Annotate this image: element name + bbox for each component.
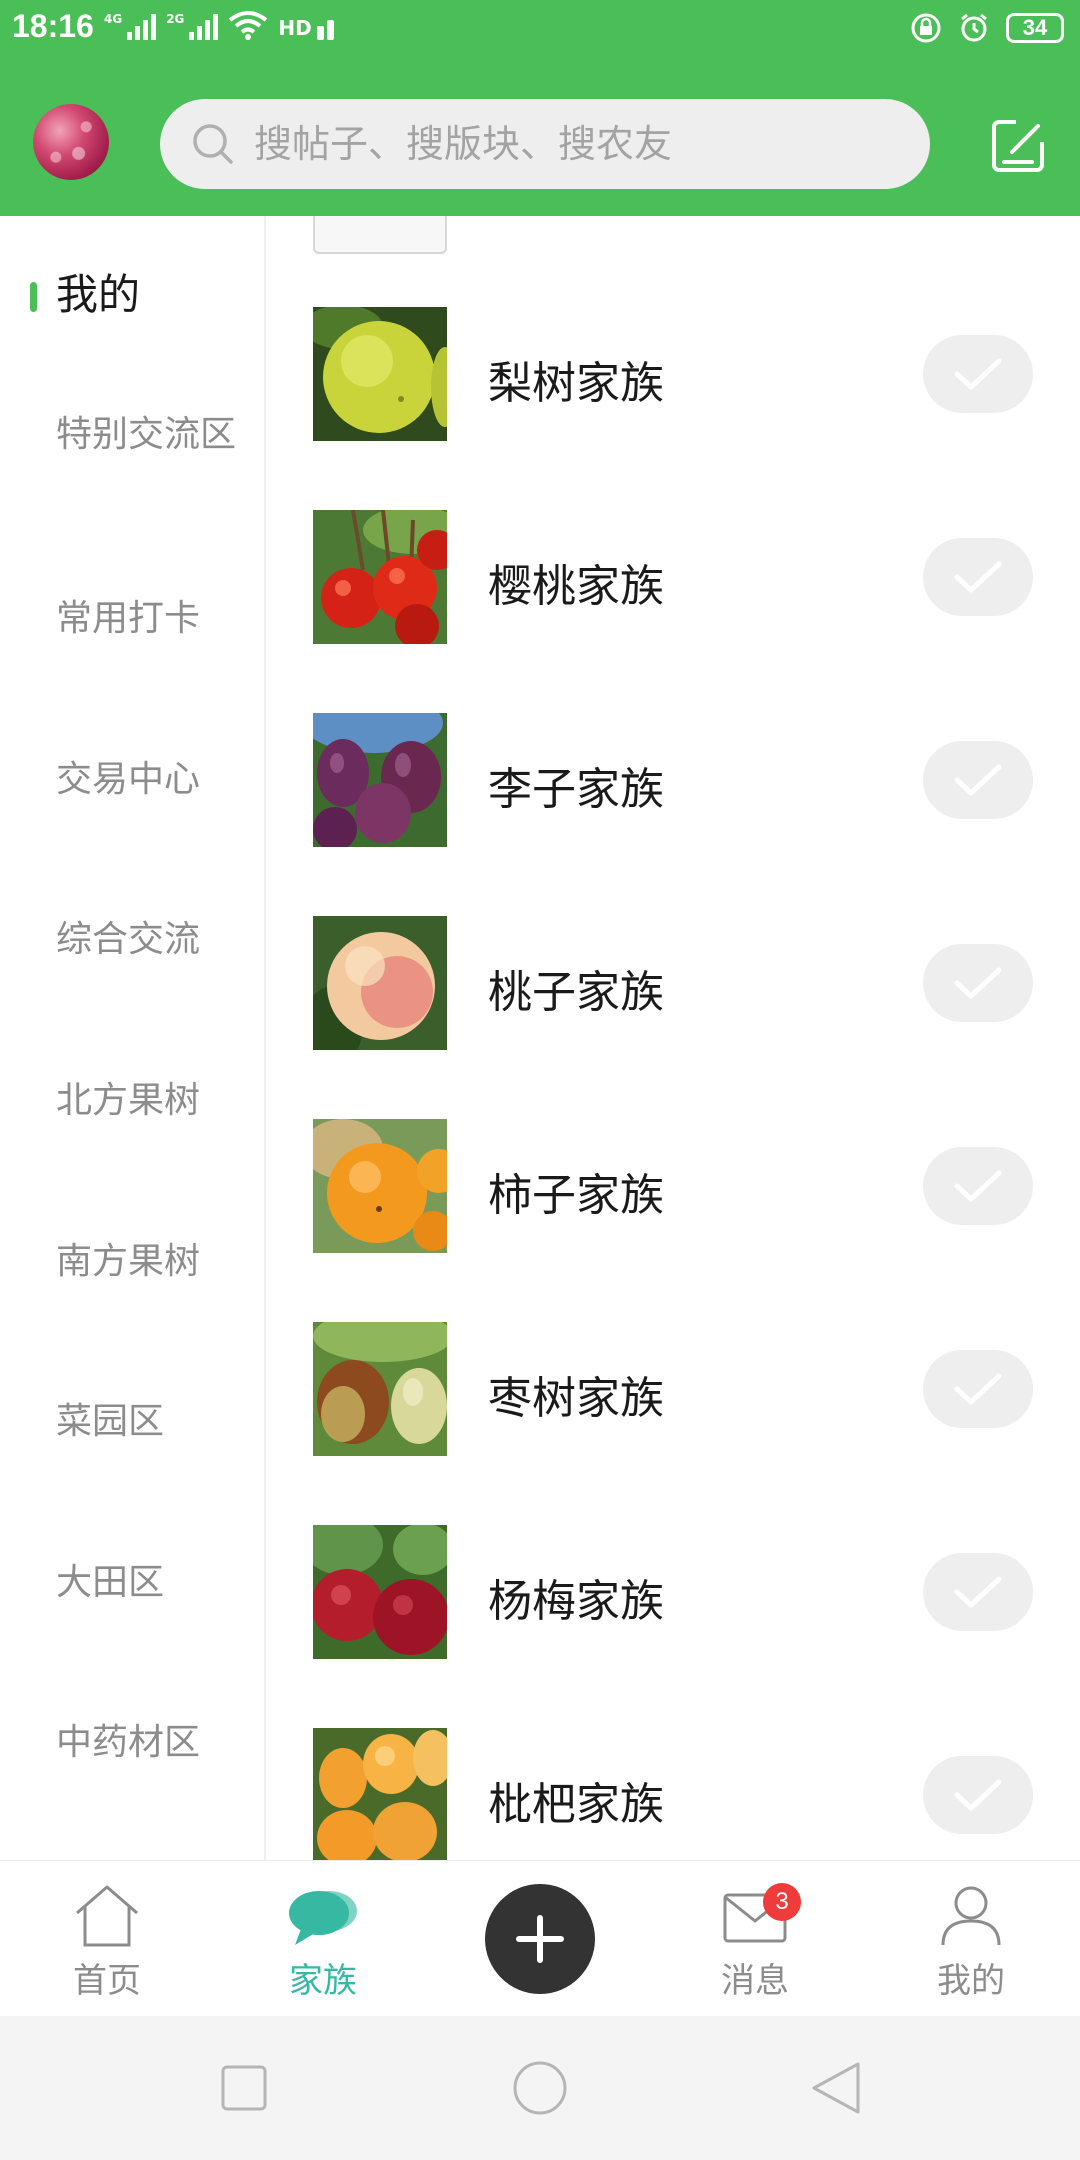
family-name: 枣树家族 bbox=[488, 1373, 664, 1424]
sidebar-item-vegetable[interactable]: 菜园区 bbox=[56, 1399, 236, 1445]
family-row[interactable]: 枣树家族 bbox=[268, 1322, 1080, 1458]
recent-apps-icon[interactable] bbox=[220, 2064, 268, 2112]
joined-toggle[interactable] bbox=[923, 1553, 1033, 1631]
checkmark-icon bbox=[954, 764, 1002, 796]
family-name: 梨树家族 bbox=[488, 358, 664, 409]
checkmark-icon bbox=[954, 1170, 1002, 1202]
persimmon-thumbnail bbox=[313, 1119, 447, 1253]
sidebar-item-general[interactable]: 综合交流 bbox=[56, 917, 236, 963]
sidebar-item-checkin[interactable]: 常用打卡 bbox=[56, 596, 236, 642]
battery-indicator: 34 bbox=[1006, 13, 1064, 43]
sidebar-item-trade-center[interactable]: 交易中心 bbox=[56, 757, 236, 803]
top-header: 18:16 4G 2G HD 34 搜帖子、搜版块、搜农友 bbox=[0, 0, 1080, 216]
search-bar[interactable] bbox=[160, 99, 930, 189]
nav-messages[interactable]: 3 消息 bbox=[680, 1881, 830, 2002]
joined-toggle[interactable] bbox=[923, 1350, 1033, 1428]
family-row[interactable]: 李子家族 bbox=[268, 713, 1080, 849]
home-circle-icon[interactable] bbox=[512, 2060, 568, 2116]
sidebar-item-field[interactable]: 大田区 bbox=[56, 1560, 236, 1606]
joined-toggle[interactable] bbox=[923, 1147, 1033, 1225]
status-system-icons: 34 bbox=[910, 12, 1064, 44]
category-sidebar: 我的 特别交流区 常用打卡 交易中心 综合交流 北方果树 南方果树 菜园区 大田… bbox=[0, 216, 266, 1860]
user-icon bbox=[941, 1886, 1001, 1946]
create-post-button[interactable] bbox=[485, 1884, 595, 1994]
checkmark-icon bbox=[954, 1779, 1002, 1811]
family-name: 樱桃家族 bbox=[488, 561, 664, 612]
status-network-icons: 4G 2G HD bbox=[104, 10, 334, 40]
checkmark-icon bbox=[954, 1576, 1002, 1608]
pear-thumbnail bbox=[313, 307, 447, 441]
sidebar-item-mine[interactable]: 我的 bbox=[56, 272, 236, 318]
joined-toggle[interactable] bbox=[923, 538, 1033, 616]
family-row[interactable]: 杨梅家族 bbox=[268, 1525, 1080, 1661]
loquat-thumbnail bbox=[313, 1728, 447, 1860]
family-name: 桃子家族 bbox=[488, 967, 664, 1018]
search-input[interactable] bbox=[254, 122, 894, 166]
checkmark-icon bbox=[954, 561, 1002, 593]
system-nav-bar bbox=[0, 2016, 1080, 2160]
plum-thumbnail bbox=[313, 713, 447, 847]
family-name: 李子家族 bbox=[488, 764, 664, 815]
checkmark-icon bbox=[954, 1373, 1002, 1405]
lock-rotation-icon bbox=[911, 13, 941, 43]
chat-bubble-icon bbox=[289, 1891, 357, 1945]
family-row[interactable]: 樱桃家族 bbox=[268, 510, 1080, 646]
cherry-thumbnail bbox=[313, 510, 447, 644]
compose-post-icon[interactable] bbox=[990, 116, 1048, 174]
avatar[interactable] bbox=[33, 104, 109, 180]
signal-2g-icon: 2G bbox=[166, 12, 219, 40]
home-icon bbox=[76, 1885, 138, 1947]
bottom-nav: 首页 家族 3 消息 我的 bbox=[0, 1860, 1080, 2016]
joined-toggle[interactable] bbox=[923, 1756, 1033, 1834]
jujube-thumbnail bbox=[313, 1322, 447, 1456]
active-indicator bbox=[30, 282, 37, 312]
plus-icon bbox=[516, 1915, 564, 1963]
peach-thumbnail bbox=[313, 916, 447, 1050]
sidebar-item-herbs[interactable]: 中药材区 bbox=[56, 1720, 236, 1766]
family-name: 枇杷家族 bbox=[488, 1779, 664, 1830]
sidebar-item-north-fruit[interactable]: 北方果树 bbox=[56, 1078, 236, 1124]
alarm-icon bbox=[961, 13, 987, 42]
checkmark-icon bbox=[954, 967, 1002, 999]
family-name: 柿子家族 bbox=[488, 1170, 664, 1221]
sidebar-item-south-fruit[interactable]: 南方果树 bbox=[56, 1239, 236, 1285]
nav-me[interactable]: 我的 bbox=[896, 1881, 1046, 2002]
status-time: 18:16 bbox=[12, 8, 94, 44]
search-icon bbox=[193, 124, 233, 164]
message-count-badge: 3 bbox=[763, 1883, 801, 1921]
nav-family[interactable]: 家族 bbox=[248, 1881, 398, 2002]
partial-thumbnail bbox=[313, 216, 447, 254]
status-bar: 18:16 4G 2G HD 34 bbox=[0, 0, 1080, 58]
back-icon[interactable] bbox=[808, 2060, 864, 2116]
family-row[interactable]: 梨树家族 bbox=[268, 307, 1080, 443]
joined-toggle[interactable] bbox=[923, 741, 1033, 819]
family-row[interactable]: 柿子家族 bbox=[268, 1119, 1080, 1255]
wifi-icon bbox=[229, 11, 268, 40]
family-row[interactable]: 枇杷家族 bbox=[268, 1728, 1080, 1860]
family-row[interactable]: 桃子家族 bbox=[268, 916, 1080, 1052]
nav-home[interactable]: 首页 bbox=[32, 1881, 182, 2002]
checkmark-icon bbox=[954, 358, 1002, 390]
hd-icon: HD bbox=[278, 12, 334, 40]
signal-4g-icon: 4G bbox=[104, 12, 157, 40]
joined-toggle[interactable] bbox=[923, 335, 1033, 413]
joined-toggle[interactable] bbox=[923, 944, 1033, 1022]
bayberry-thumbnail bbox=[313, 1525, 447, 1659]
sidebar-item-special-exchange[interactable]: 特别交流区 bbox=[56, 412, 236, 458]
family-name: 杨梅家族 bbox=[488, 1576, 664, 1627]
family-list: 梨树家族 樱桃家族 李子家族 桃子家族 柿子家族 枣树家族 杨梅家族 枇杷家族 bbox=[268, 216, 1080, 1860]
